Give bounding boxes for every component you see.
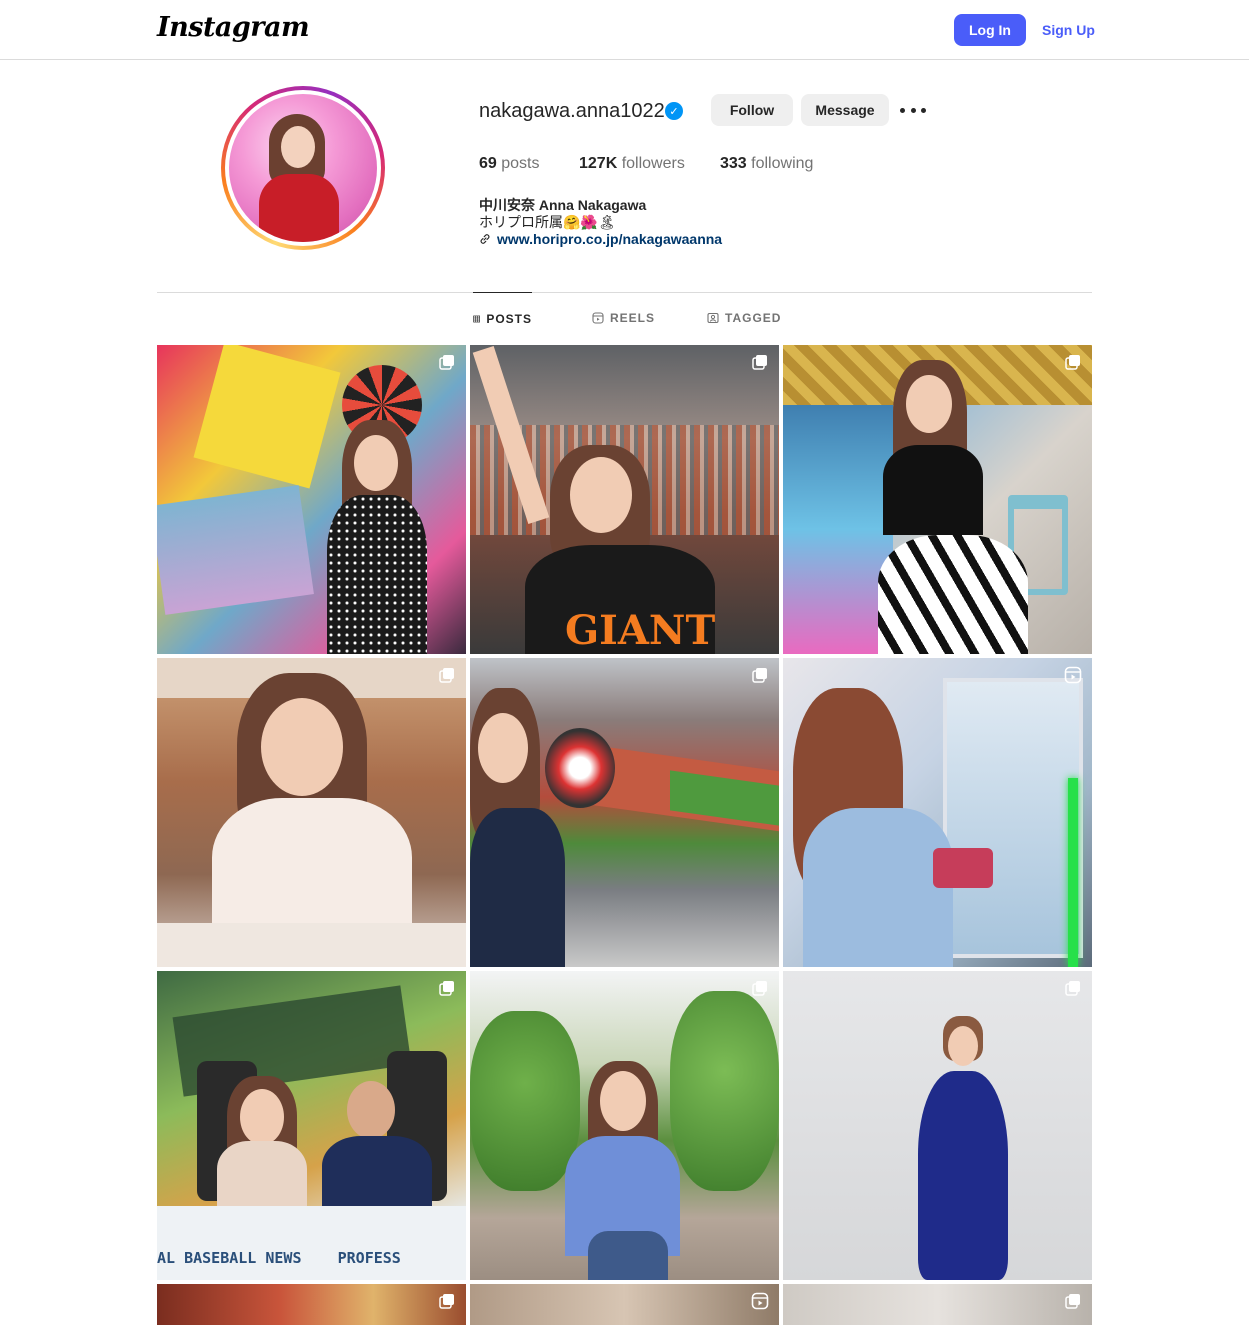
instagram-logo[interactable]: Instagram <box>157 12 310 43</box>
bio-text: ホリプロ所属🤗🌺🏝 <box>479 214 616 230</box>
tab-reels[interactable]: REELS <box>592 292 655 344</box>
carousel-icon <box>439 668 454 683</box>
followers-count-value: 127K <box>579 155 618 172</box>
tab-tagged-label: TAGGED <box>725 311 782 325</box>
post-tile-3[interactable] <box>783 345 1092 654</box>
carousel-icon <box>752 981 767 996</box>
following-count[interactable]: 333 following <box>720 155 813 175</box>
post-tile-4[interactable] <box>157 658 466 967</box>
avatar-outfit <box>259 174 339 242</box>
following-count-value: 333 <box>720 155 747 172</box>
carousel-icon <box>1065 1294 1080 1309</box>
avatar-face <box>281 126 315 168</box>
story-ring[interactable] <box>221 86 385 250</box>
post-tile-12[interactable] <box>783 1284 1092 1325</box>
follow-button[interactable]: Follow <box>711 94 793 126</box>
post-tile-1[interactable] <box>157 345 466 654</box>
post-tile-10[interactable] <box>157 1284 466 1325</box>
following-count-label: following <box>751 155 814 172</box>
carousel-icon <box>439 1294 454 1309</box>
post-tile-9[interactable] <box>783 971 1092 1280</box>
post-tile-8[interactable] <box>470 971 779 1280</box>
profile-username: nakagawa.anna1022 <box>479 100 665 122</box>
tagged-icon <box>707 312 719 324</box>
link-icon <box>480 234 490 244</box>
carousel-icon <box>1065 981 1080 996</box>
reels-icon <box>592 312 604 324</box>
posts-count-label: posts <box>501 155 540 172</box>
reel-icon <box>1064 666 1082 684</box>
post-tile-7[interactable]: AL BASEBALL NEWS PROFESS <box>157 971 466 1280</box>
posts-count-value: 69 <box>479 155 497 172</box>
tab-tagged[interactable]: TAGGED <box>707 292 781 344</box>
post-tile-6[interactable] <box>783 658 1092 967</box>
tab-reels-label: REELS <box>610 311 656 325</box>
more-options-icon[interactable] <box>900 98 926 122</box>
reel-icon <box>751 1292 769 1310</box>
carousel-icon <box>439 355 454 370</box>
bio-website-link[interactable]: www.horipro.co.jp/nakagawaanna <box>479 231 722 247</box>
bio-link-text: www.horipro.co.jp/nakagawaanna <box>497 231 723 247</box>
carousel-icon <box>1065 355 1080 370</box>
post-tile-5[interactable] <box>470 658 779 967</box>
top-navigation-bar: Instagram Log In Sign Up <box>0 0 1249 60</box>
carousel-icon <box>439 981 454 996</box>
tab-posts[interactable]: POSTS <box>473 292 532 344</box>
followers-count[interactable]: 127K followers <box>579 155 685 175</box>
avatar-border <box>225 90 381 246</box>
signup-link[interactable]: Sign Up <box>1036 14 1101 46</box>
message-button[interactable]: Message <box>801 94 889 126</box>
post-tile-2[interactable]: GIANT <box>470 345 779 654</box>
carousel-icon <box>752 668 767 683</box>
carousel-icon <box>752 355 767 370</box>
tab-posts-label: POSTS <box>486 311 532 326</box>
profile-avatar[interactable] <box>229 94 377 242</box>
verified-badge-icon: ✓ <box>665 102 683 120</box>
grid-icon <box>473 315 481 322</box>
login-button[interactable]: Log In <box>954 14 1026 46</box>
posts-count: 69 posts <box>479 155 540 175</box>
followers-count-label: followers <box>621 155 685 172</box>
post-tile-11[interactable] <box>470 1284 779 1325</box>
